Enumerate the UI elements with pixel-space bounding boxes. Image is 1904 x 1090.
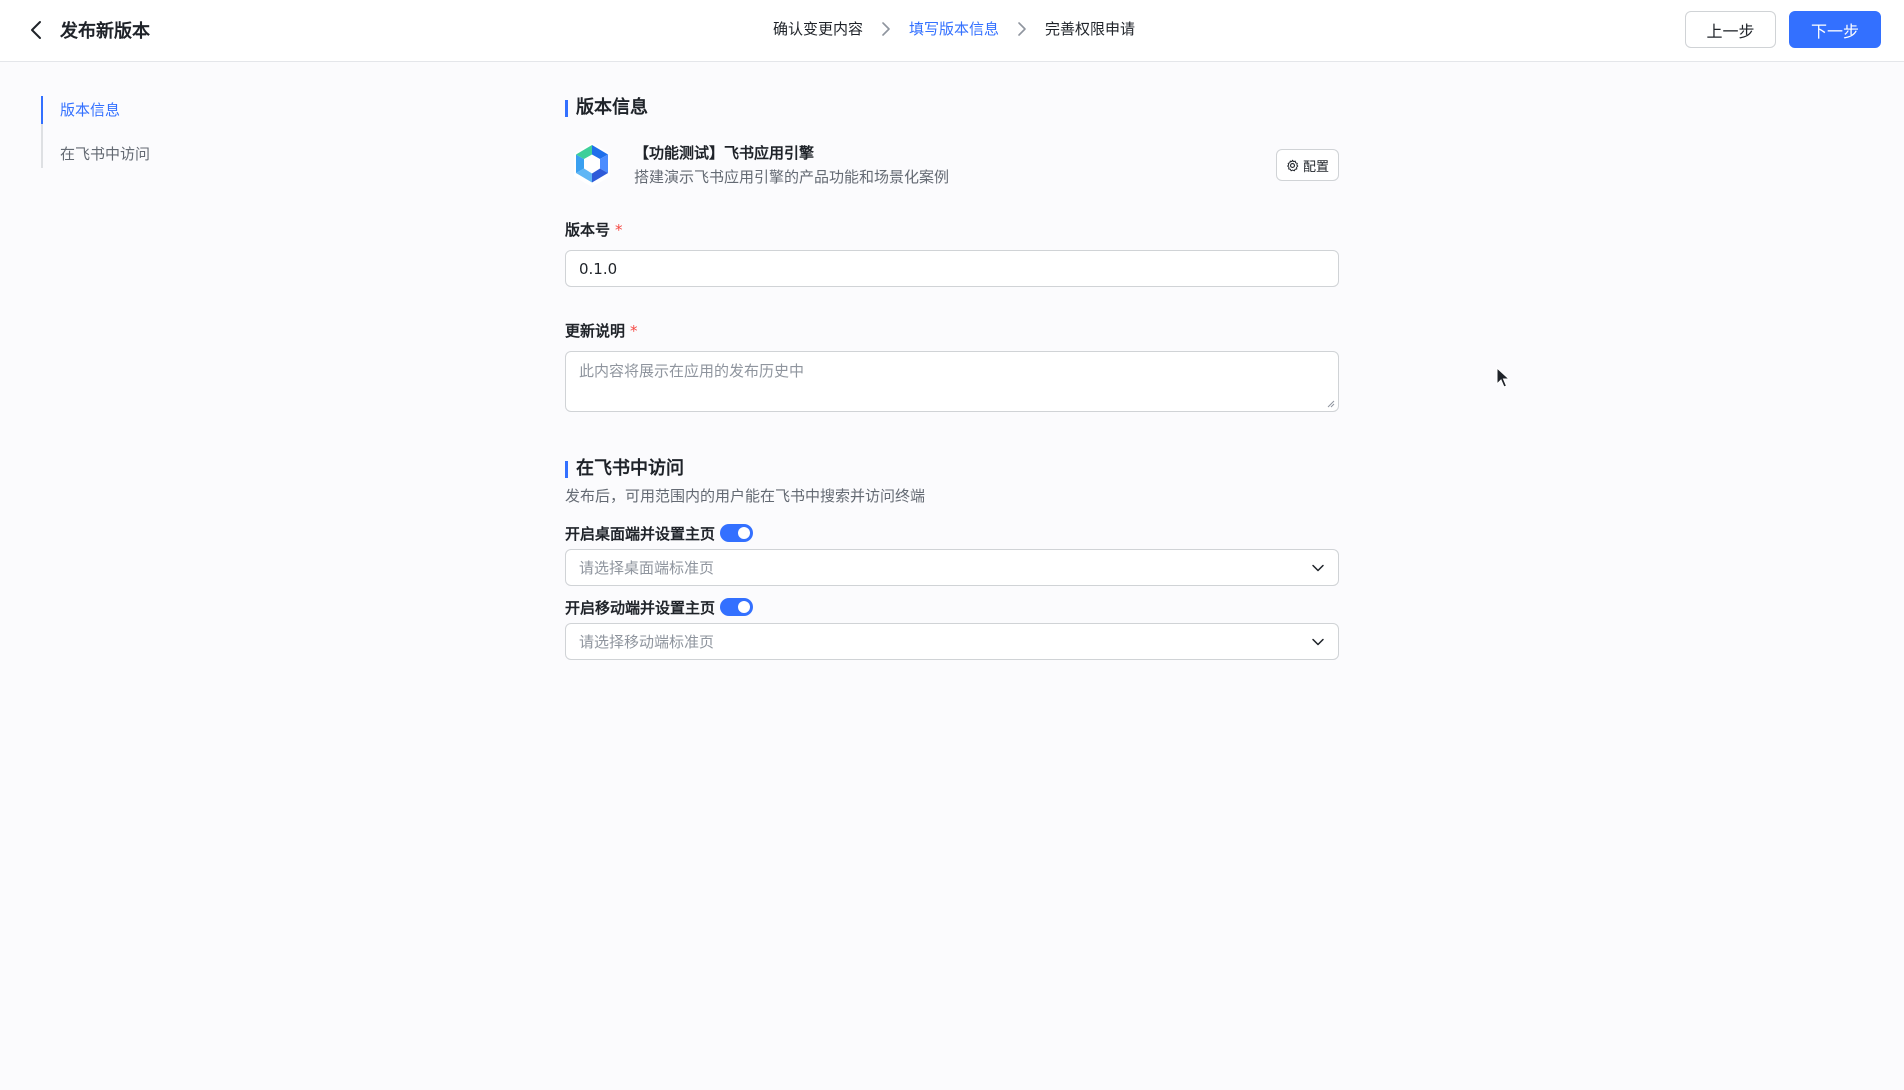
step-indicator: 确认变更内容 填写版本信息 完善权限申请 bbox=[773, 18, 1135, 39]
desktop-toggle-row: 开启桌面端并设置主页 bbox=[565, 522, 1339, 544]
step-version-info: 填写版本信息 bbox=[909, 20, 1000, 38]
anchor-nav: 版本信息 在飞书中访问 bbox=[41, 96, 241, 168]
prev-step-button[interactable]: 上一步 bbox=[1685, 11, 1776, 48]
anchor-item-label: 版本信息 bbox=[60, 101, 121, 119]
next-step-button[interactable]: 下一步 bbox=[1789, 11, 1881, 48]
section-title-feishu-access: 在飞书中访问 bbox=[565, 457, 1339, 481]
release-notes-field: 更新说明 * 此内容将展示在应用的发布历史中 bbox=[565, 320, 1339, 412]
mouse-cursor-icon bbox=[1496, 367, 1511, 388]
release-notes-label: 更新说明 * bbox=[565, 320, 1339, 342]
step-permission-request: 完善权限申请 bbox=[1045, 20, 1136, 38]
chevron-right-icon bbox=[881, 21, 891, 37]
app-description: 搭建演示飞书应用引擎的产品功能和场景化案例 bbox=[634, 168, 950, 186]
release-notes-placeholder: 此内容将展示在应用的发布历史中 bbox=[579, 362, 805, 380]
mobile-toggle-switch[interactable] bbox=[720, 598, 754, 616]
desktop-select-placeholder: 请选择桌面端标准页 bbox=[579, 559, 715, 577]
app-logo-icon bbox=[574, 143, 610, 187]
version-label-text: 版本号 bbox=[565, 221, 611, 239]
app-name: 【功能测试】飞书应用引擎 bbox=[634, 144, 815, 162]
release-notes-label-text: 更新说明 bbox=[565, 322, 626, 340]
chevron-right-icon bbox=[1017, 21, 1027, 37]
version-input[interactable]: 0.1.0 bbox=[565, 250, 1339, 287]
required-mark: * bbox=[630, 322, 638, 340]
top-bar: 发布新版本 确认变更内容 填写版本信息 完善权限申请 上一步 下一步 bbox=[0, 0, 1904, 62]
chevron-down-icon bbox=[1312, 564, 1324, 571]
anchor-item-feishu-access[interactable]: 在飞书中访问 bbox=[43, 140, 241, 168]
mobile-select-placeholder: 请选择移动端标准页 bbox=[579, 633, 715, 651]
page-title: 发布新版本 bbox=[60, 21, 150, 42]
section-title-version-info: 版本信息 bbox=[565, 96, 1339, 120]
mobile-page-select[interactable]: 请选择移动端标准页 bbox=[565, 623, 1339, 660]
version-field: 版本号 * 0.1.0 bbox=[565, 219, 1339, 287]
version-field-label: 版本号 * bbox=[565, 219, 1339, 241]
anchor-item-label: 在飞书中访问 bbox=[60, 145, 151, 163]
release-notes-textarea[interactable]: 此内容将展示在应用的发布历史中 bbox=[565, 351, 1339, 412]
required-mark: * bbox=[615, 221, 623, 239]
main-form: 版本信息 【功能测试】飞书应用引擎 搭建演示飞书应用引擎的产品功能和场景化案例 … bbox=[565, 96, 1339, 660]
desktop-toggle-switch[interactable] bbox=[720, 524, 754, 542]
config-button[interactable]: 配置 bbox=[1275, 149, 1339, 181]
back-button[interactable] bbox=[22, 16, 50, 44]
resize-handle-icon[interactable] bbox=[1327, 400, 1335, 408]
desktop-toggle-label: 开启桌面端并设置主页 bbox=[565, 524, 716, 543]
app-card: 【功能测试】飞书应用引擎 搭建演示飞书应用引擎的产品功能和场景化案例 配置 bbox=[565, 140, 1339, 200]
section-description: 发布后，可用范围内的用户能在飞书中搜索并访问终端 bbox=[565, 487, 926, 505]
chevron-down-icon bbox=[1312, 638, 1324, 645]
anchor-item-version-info[interactable]: 版本信息 bbox=[41, 96, 241, 124]
desktop-page-select[interactable]: 请选择桌面端标准页 bbox=[565, 549, 1339, 586]
chevron-left-icon bbox=[31, 21, 41, 39]
mobile-toggle-label: 开启移动端并设置主页 bbox=[565, 598, 716, 617]
step-confirm-changes: 确认变更内容 bbox=[773, 20, 864, 38]
mobile-toggle-row: 开启移动端并设置主页 bbox=[565, 596, 1339, 618]
gear-icon bbox=[1287, 159, 1299, 171]
config-button-label: 配置 bbox=[1302, 159, 1329, 175]
